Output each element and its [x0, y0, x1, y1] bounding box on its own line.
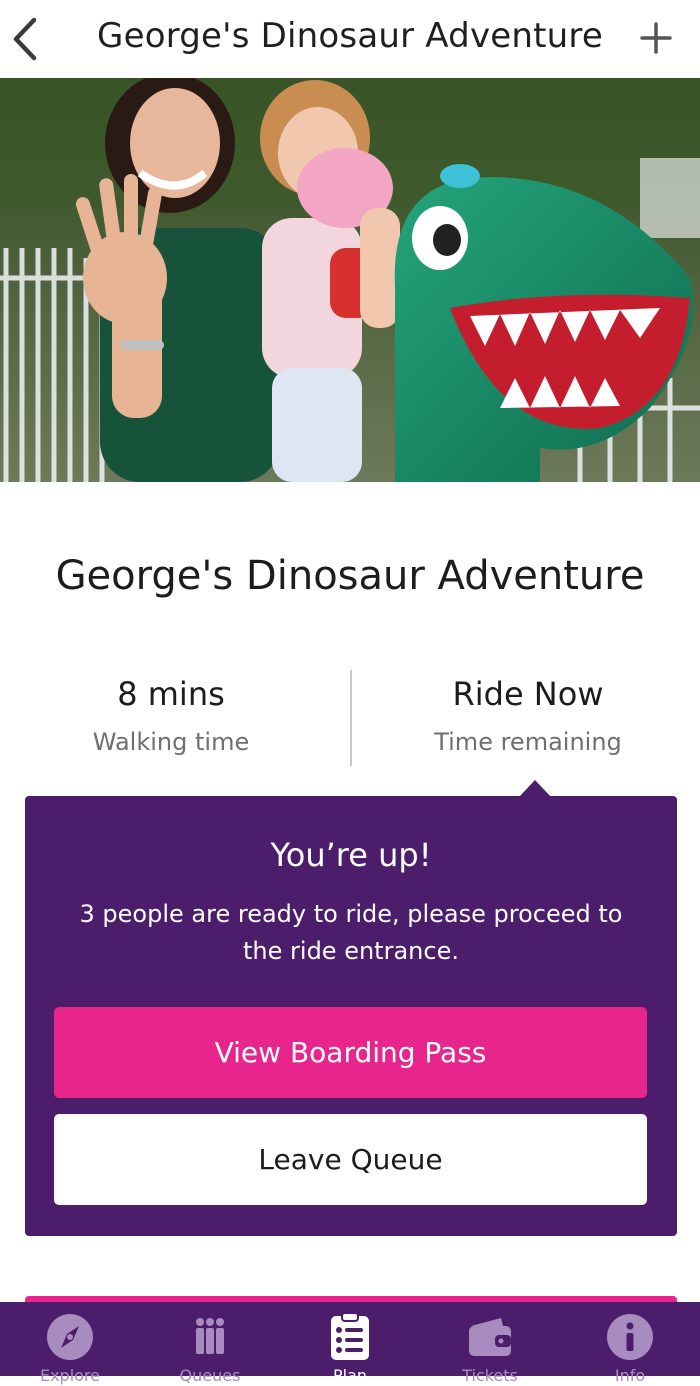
ride-hero-photo [0, 78, 700, 482]
leave-queue-button[interactable]: Leave Queue [54, 1114, 647, 1205]
ride-title: George's Dinosaur Adventure [55, 553, 645, 599]
add-button[interactable] [638, 18, 674, 58]
notice-pointer [519, 780, 551, 797]
plus-icon [640, 22, 672, 54]
people-queue-icon [196, 1318, 224, 1354]
hero-illustration [0, 78, 700, 482]
stats-divider [350, 670, 352, 766]
time-remaining-label: Time remaining [434, 728, 622, 756]
top-app-bar: George's Dinosaur Adventure [0, 0, 700, 78]
info-icon [607, 1314, 653, 1360]
clipboard-list-icon [331, 1312, 369, 1360]
walking-time-value: 8 mins [117, 675, 225, 713]
time-remaining-value: Ride Now [452, 675, 604, 713]
walking-time-label: Walking time [92, 728, 250, 756]
tab-label-info: Info [614, 1366, 646, 1385]
wallet-icon [469, 1318, 511, 1356]
header-title: George's Dinosaur Adventure [97, 16, 603, 56]
bottom-tab-bar: Explore Queues Plan Tickets Info [0, 1302, 700, 1385]
view-boarding-pass-button[interactable]: View Boarding Pass [54, 1007, 647, 1098]
walking-time-stat: 8 mins Walking time [0, 668, 342, 760]
tab-plan[interactable]: Plan [280, 1302, 420, 1385]
tab-label-queues: Queues [179, 1366, 241, 1385]
ride-stats: 8 mins Walking time Ride Now Time remain… [0, 668, 700, 768]
notice-message: 3 people are ready to ride, please proce… [79, 900, 623, 965]
tab-info[interactable]: Info [560, 1302, 700, 1385]
tab-label-tickets: Tickets [462, 1366, 518, 1385]
compass-icon [47, 1314, 93, 1360]
tab-label-explore: Explore [39, 1366, 101, 1385]
tab-tickets[interactable]: Tickets [420, 1302, 560, 1385]
tab-label-plan: Plan [332, 1366, 368, 1385]
notice-title: You’re up! [270, 836, 432, 874]
time-remaining-stat: Ride Now Time remaining [356, 668, 700, 760]
tab-queues[interactable]: Queues [140, 1302, 280, 1385]
tab-explore[interactable]: Explore [0, 1302, 140, 1385]
